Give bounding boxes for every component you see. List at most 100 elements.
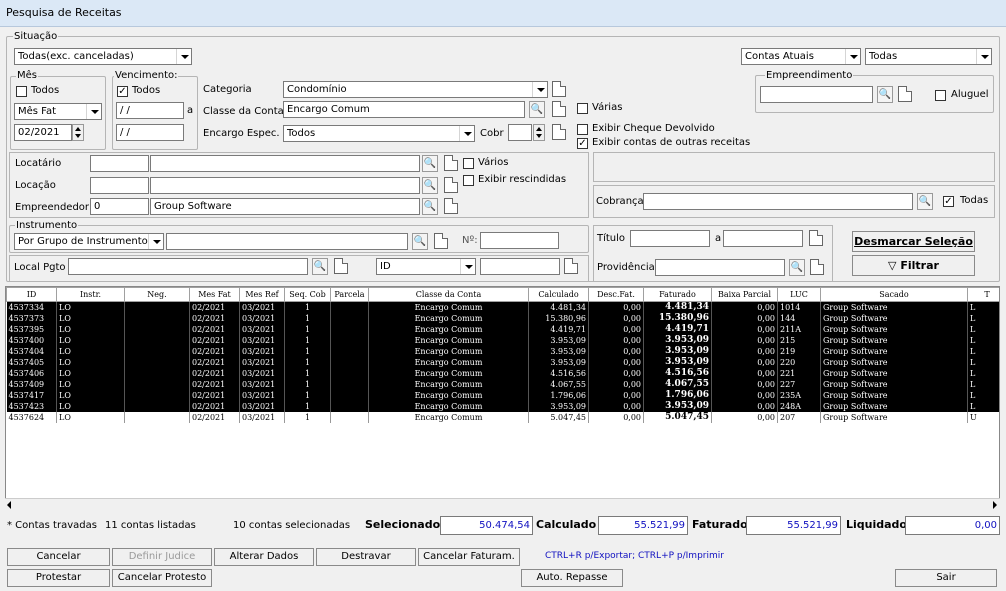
titulo-ate-input[interactable] bbox=[723, 230, 803, 247]
exibir-rescindidas-checkbox[interactable] bbox=[463, 175, 474, 186]
destravar-button[interactable]: Destravar bbox=[316, 548, 416, 566]
horizontal-scrollbar[interactable] bbox=[5, 498, 1000, 512]
locacao-search-icon[interactable]: 🔍 bbox=[422, 177, 438, 194]
locatario-code-input[interactable] bbox=[90, 155, 149, 172]
cancelar-button[interactable]: Cancelar bbox=[7, 548, 110, 566]
providencia-input[interactable] bbox=[655, 259, 785, 276]
empreendedor-name-input[interactable]: Group Software bbox=[150, 198, 420, 215]
cobr-spinner[interactable] bbox=[533, 124, 545, 141]
filtrar-button[interactable]: ▽ Filtrar bbox=[852, 255, 975, 276]
locacao-code-input[interactable] bbox=[90, 177, 149, 194]
vencimento-de-input[interactable]: / / bbox=[116, 102, 184, 119]
classe-doc-icon[interactable] bbox=[552, 101, 566, 117]
protestar-button[interactable]: Protestar bbox=[7, 569, 110, 587]
categoria-doc-icon[interactable] bbox=[552, 81, 566, 97]
classe-search-icon[interactable]: 🔍 bbox=[529, 101, 545, 118]
cobr-doc-icon[interactable] bbox=[552, 124, 566, 140]
local-pgto-value-doc-icon[interactable] bbox=[564, 258, 578, 274]
table-row[interactable]: 4537334 LO 02/2021 03/2021 1 Encargo Comum 4.4… bbox=[6, 301, 999, 313]
column-header[interactable]: Desc.Fat. bbox=[588, 287, 644, 302]
empreendedor-doc-icon[interactable] bbox=[444, 198, 458, 214]
varios-checkbox[interactable] bbox=[463, 158, 474, 169]
titulo-de-input[interactable] bbox=[630, 230, 710, 247]
table-row[interactable]: 4537405 LO 02/2021 03/2021 1 Encargo Comum 3.9… bbox=[6, 357, 999, 368]
vencimento-ate-input[interactable]: / / bbox=[116, 124, 184, 141]
column-header[interactable]: T bbox=[967, 287, 999, 302]
empreendimento-input[interactable] bbox=[760, 86, 873, 103]
exibir-outras-checkbox[interactable]: ✓ bbox=[577, 138, 588, 149]
table-row[interactable]: 4537406 LO 02/2021 03/2021 1 Encargo Comum 4.5… bbox=[6, 368, 999, 379]
sair-button[interactable]: Sair bbox=[895, 569, 997, 587]
providencia-search-icon[interactable]: 🔍 bbox=[789, 259, 805, 276]
varias-checkbox[interactable] bbox=[577, 103, 588, 114]
aluguel-checkbox[interactable] bbox=[935, 90, 946, 101]
table-row[interactable]: 4537395 LO 02/2021 03/2021 1 Encargo Comum 4.4… bbox=[6, 324, 999, 335]
mes-data-spinner[interactable] bbox=[72, 124, 84, 141]
exibir-cheque-checkbox[interactable] bbox=[577, 124, 588, 135]
empreendedor-code-input[interactable]: 0 bbox=[90, 198, 149, 215]
definir-judice-button[interactable]: Definir Judice bbox=[112, 548, 212, 566]
local-pgto-search-icon[interactable]: 🔍 bbox=[312, 258, 328, 275]
empreendimento-search-icon[interactable]: 🔍 bbox=[877, 86, 893, 103]
local-pgto-doc-icon[interactable] bbox=[334, 258, 348, 274]
column-header[interactable]: Baixa Parcial bbox=[711, 287, 778, 302]
column-header[interactable]: Mes Fat bbox=[189, 287, 240, 302]
local-pgto-value-input[interactable] bbox=[480, 258, 560, 275]
table-row[interactable]: 4537373 LO 02/2021 03/2021 1 Encargo Comum 15.… bbox=[6, 313, 999, 324]
locacao-name-input[interactable] bbox=[150, 177, 420, 194]
titulo-doc-icon[interactable] bbox=[809, 230, 823, 246]
locatario-doc-icon[interactable] bbox=[444, 155, 458, 171]
column-header[interactable]: Calculado bbox=[528, 287, 589, 302]
column-header[interactable]: Faturado bbox=[643, 287, 712, 302]
column-header[interactable]: Instr. bbox=[56, 287, 125, 302]
instrumento-n-input[interactable] bbox=[480, 232, 559, 249]
contas-atuais-select[interactable]: Contas Atuais bbox=[741, 48, 861, 65]
column-header[interactable]: Sacado bbox=[820, 287, 968, 302]
categoria-select[interactable]: Condomínio bbox=[283, 81, 548, 98]
encargo-select[interactable]: Todos bbox=[283, 125, 475, 142]
column-header[interactable]: Parcela bbox=[330, 287, 369, 302]
locatario-search-icon[interactable]: 🔍 bbox=[422, 155, 438, 172]
instrumento-select[interactable]: Por Grupo de Instrumento bbox=[14, 233, 164, 250]
instrumento-search-icon[interactable]: 🔍 bbox=[412, 233, 428, 250]
column-header[interactable]: ID bbox=[6, 287, 57, 302]
scroll-right-arrow[interactable] bbox=[993, 501, 997, 509]
vencimento-todos-checkbox[interactable]: ✓ bbox=[117, 86, 128, 97]
cobranca-todas-checkbox[interactable]: ✓ bbox=[943, 196, 954, 207]
cancelar-protesto-button[interactable]: Cancelar Protesto bbox=[112, 569, 212, 587]
empreendimento-doc-icon[interactable] bbox=[898, 86, 912, 102]
table-row[interactable]: 4537417 LO 02/2021 03/2021 1 Encargo Comum 1.7… bbox=[6, 390, 999, 401]
scroll-left-arrow[interactable] bbox=[7, 501, 11, 509]
todas-select[interactable]: Todas bbox=[865, 48, 992, 65]
cobranca-input[interactable] bbox=[643, 193, 913, 210]
column-header[interactable]: Classe da Conta bbox=[368, 287, 529, 302]
column-header[interactable]: Seq. Cob bbox=[284, 287, 331, 302]
empreendedor-search-icon[interactable]: 🔍 bbox=[422, 198, 438, 215]
auto-repasse-button[interactable]: Auto. Repasse bbox=[521, 569, 623, 587]
mes-todos-checkbox[interactable] bbox=[16, 86, 27, 97]
cancelar-faturam-button[interactable]: Cancelar Faturam. bbox=[418, 548, 520, 566]
alterar-dados-button[interactable]: Alterar Dados bbox=[214, 548, 314, 566]
providencia-doc-icon[interactable] bbox=[810, 259, 824, 275]
classe-input[interactable]: Encargo Comum bbox=[283, 101, 525, 118]
table-row[interactable]: 4537423 LO 02/2021 03/2021 1 Encargo Comum 3.9… bbox=[6, 401, 999, 412]
situacao-select[interactable]: Todas(exc. canceladas) bbox=[14, 48, 192, 65]
column-header[interactable]: LUC bbox=[777, 287, 821, 302]
desmarcar-selecao-button[interactable]: Desmarcar Seleção bbox=[852, 231, 975, 252]
column-header[interactable]: Mes Ref bbox=[239, 287, 285, 302]
cobr-input[interactable] bbox=[508, 124, 532, 141]
instrumento-doc-icon[interactable] bbox=[434, 233, 448, 249]
receitas-grid[interactable]: ID Instr. Neg. Mes Fat Mes Ref Seq. Cob Parcel… bbox=[5, 286, 1000, 512]
table-row[interactable]: 4537404 LO 02/2021 03/2021 1 Encargo Comum 3.9… bbox=[6, 346, 999, 357]
locacao-doc-icon[interactable] bbox=[444, 177, 458, 193]
locatario-name-input[interactable] bbox=[150, 155, 420, 172]
table-row[interactable]: 4537400 LO 02/2021 03/2021 1 Encargo Comum 3.9… bbox=[6, 335, 999, 346]
table-row[interactable]: 4537624 LO 02/2021 03/2021 1 Encargo Comum 5.0… bbox=[6, 412, 999, 423]
mes-tipo-select[interactable]: Mês Fat bbox=[14, 103, 102, 120]
column-header[interactable]: Neg. bbox=[124, 287, 190, 302]
instrumento-input[interactable] bbox=[166, 233, 408, 250]
local-pgto-input[interactable] bbox=[68, 258, 308, 275]
mes-data-input[interactable]: 02/2021 bbox=[14, 124, 72, 141]
local-pgto-field-select[interactable]: ID bbox=[376, 258, 476, 275]
cobranca-search-icon[interactable]: 🔍 bbox=[917, 193, 933, 210]
